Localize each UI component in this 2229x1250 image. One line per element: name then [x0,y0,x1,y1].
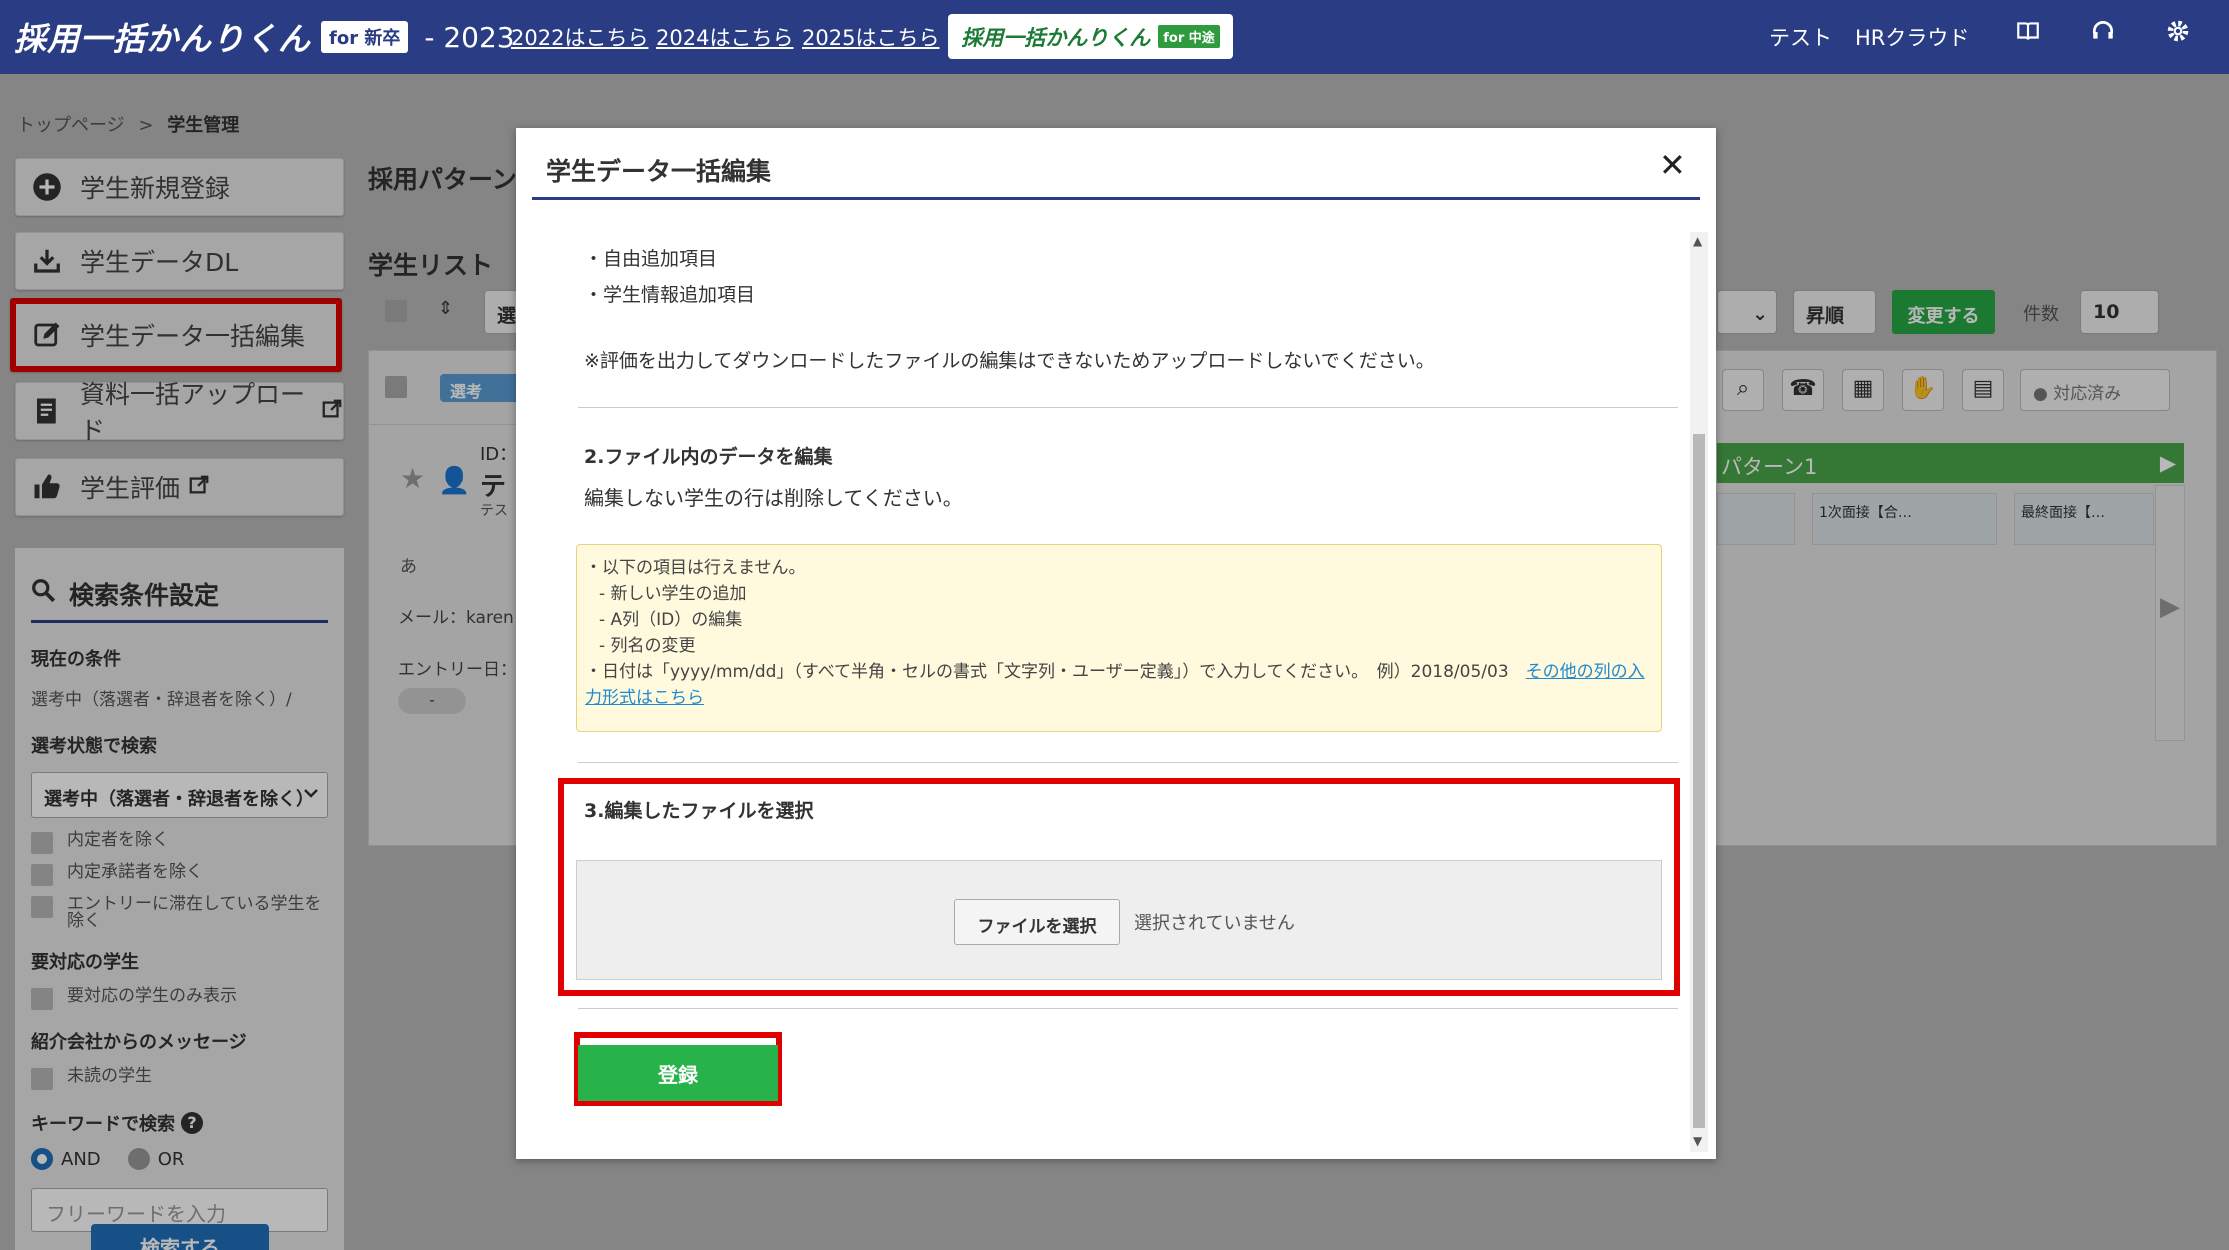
scroll-down-icon[interactable]: ▼ [1693,1134,1702,1148]
app-logo[interactable]: 採用一括かんりくん for 新卒 - 2023 [14,12,515,62]
link-2024[interactable]: 2024はこちら [656,22,793,52]
link-2025[interactable]: 2025はこちら [802,22,939,52]
book-icon[interactable] [2015,18,2041,51]
modal-title: 学生データ一括編集 [546,157,772,186]
evaluation-note: ※評価を出力してダウンロードしたファイルの編集はできないためアップロードしないで… [584,350,1435,372]
step2-title: 2.ファイル内のデータを編集 [584,446,833,468]
file-status: 選択されていません [1134,913,1295,934]
register-button[interactable]: 登録 [578,1045,778,1101]
bullet-student-items: ・学生情報追加項目 [584,284,756,306]
gear-icon[interactable] [2165,18,2191,51]
modal-scrollbar-thumb[interactable] [1693,434,1705,1128]
user-name[interactable]: テスト [1769,22,1832,52]
file-select-area: ファイルを選択 選択されていません [576,860,1662,980]
link-2022[interactable]: 2022はこちら [511,22,648,52]
chuto-logo-button[interactable]: 採用一括かんりくん for 中途 [948,14,1233,59]
top-header: 採用一括かんりくん for 新卒 - 2023 2022はこちら 2024はこち… [0,0,2229,74]
headset-icon[interactable] [2090,18,2116,51]
edit-notice-box: ・以下の項目は行えません。 - 新しい学生の追加 - A列（ID）の編集 - 列… [576,544,1662,732]
bullet-free-items: ・自由追加項目 [584,248,718,270]
bulk-edit-modal: 学生データ一括編集 ✕ ・自由追加項目 ・学生情報追加項目 ※評価を出力してダウ… [516,128,1716,1159]
close-icon[interactable]: ✕ [1659,146,1686,184]
company-name[interactable]: HRクラウド [1855,22,1969,52]
step2-desc: 編集しない学生の行は削除してください。 [584,486,963,510]
step3-title: 3.編集したファイルを選択 [584,800,814,822]
choose-file-button[interactable]: ファイルを選択 [954,899,1120,945]
scroll-up-icon[interactable]: ▲ [1693,234,1702,248]
